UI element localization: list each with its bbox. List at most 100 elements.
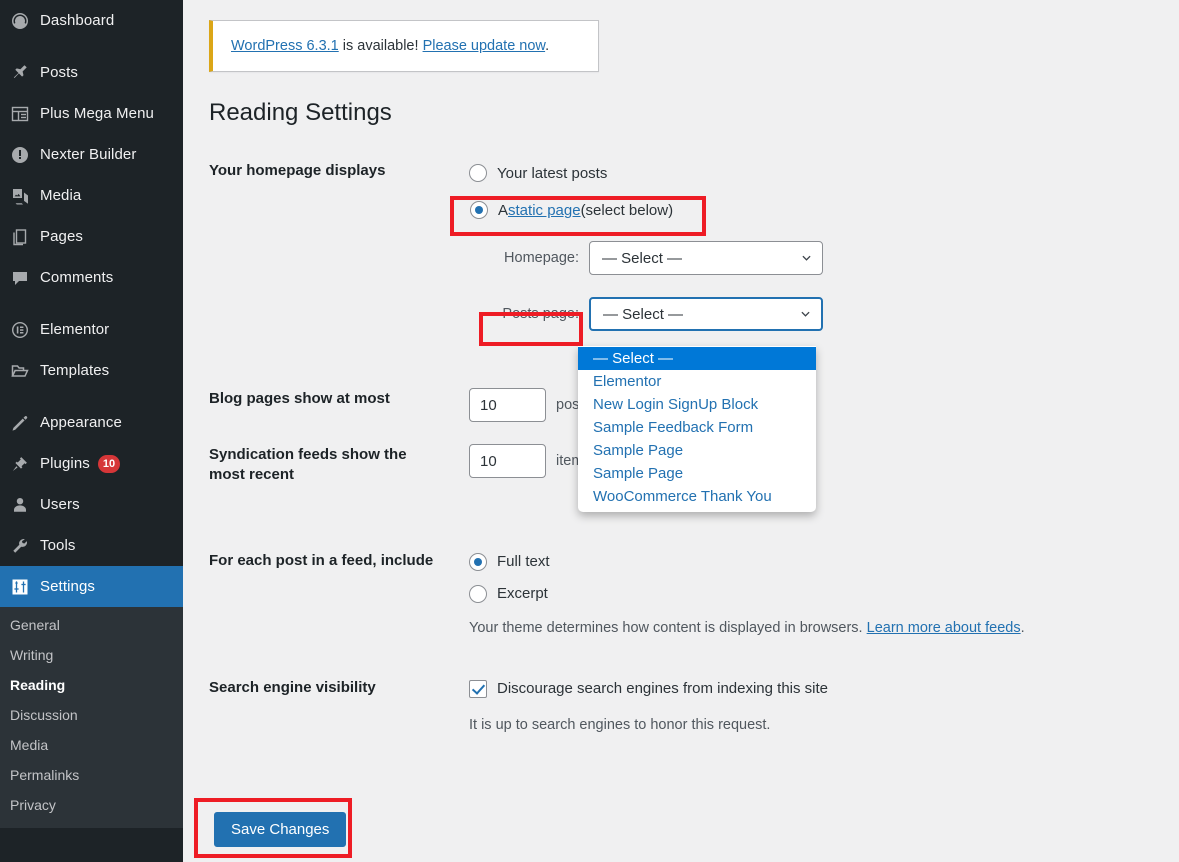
dropdown-option[interactable]: WooCommerce Thank You: [578, 485, 816, 508]
page-title: Reading Settings: [209, 99, 392, 126]
submenu-item-reading[interactable]: Reading: [0, 670, 183, 700]
please-update-now-link[interactable]: Please update now: [423, 38, 546, 54]
settings-icon: [10, 577, 38, 597]
wrench-icon: [10, 536, 38, 556]
sidebar-item-posts[interactable]: Posts: [0, 52, 183, 93]
settings-submenu: General Writing Reading Discussion Media…: [0, 607, 183, 828]
notice-middle-text: is available!: [338, 38, 423, 54]
syndication-label: Syndication feeds show the most recent: [209, 444, 429, 486]
syndication-input[interactable]: [469, 444, 546, 478]
sidebar-item-templates[interactable]: Templates: [0, 350, 183, 391]
sidebar-item-users[interactable]: Users: [0, 484, 183, 525]
sidebar-item-label: Nexter Builder: [40, 146, 137, 163]
latest-posts-radio[interactable]: [469, 164, 487, 182]
comment-icon: [10, 268, 38, 288]
sidebar-item-label: Templates: [40, 362, 110, 379]
folder-icon: [10, 361, 38, 381]
sidebar-item-label: Media: [40, 187, 82, 204]
sidebar-item-label: Elementor: [40, 321, 110, 338]
sidebar-item-nexter-builder[interactable]: Nexter Builder: [0, 134, 183, 175]
full-text-label: Full text: [497, 553, 550, 570]
dropdown-option[interactable]: Sample Page: [578, 462, 816, 485]
chevron-down-icon: [802, 255, 811, 261]
sidebar-item-label: Appearance: [40, 414, 122, 431]
sidebar-item-tools[interactable]: Tools: [0, 525, 183, 566]
homepage-select-value: — Select —: [602, 249, 683, 267]
wordpress-version-link[interactable]: WordPress 6.3.1: [231, 38, 339, 54]
homepage-displays-label: Your homepage displays: [209, 162, 386, 179]
dropdown-option[interactable]: Sample Feedback Form: [578, 416, 816, 439]
pages-icon: [10, 227, 38, 247]
search-visibility-row: Search engine visibility Discourage sear…: [209, 677, 1149, 733]
menu-separator: [0, 298, 183, 309]
sidebar-item-label: Plus Mega Menu: [40, 105, 154, 122]
posts-page-dropdown-list[interactable]: — Select — Elementor New Login SignUp Bl…: [578, 346, 816, 512]
paintbrush-icon: [10, 413, 38, 433]
learn-more-feeds-link[interactable]: Learn more about feeds: [867, 620, 1021, 636]
menu-separator: [0, 391, 183, 402]
posts-page-select[interactable]: — Select —: [589, 297, 823, 331]
blog-pages-input[interactable]: [469, 388, 546, 422]
submenu-item-privacy[interactable]: Privacy: [0, 790, 183, 820]
dashboard-icon: [10, 11, 38, 31]
sidebar-item-plugins[interactable]: Plugins 10: [0, 443, 183, 484]
dropdown-option[interactable]: — Select —: [578, 347, 816, 370]
homepage-displays-field: Your latest posts A static page (select …: [469, 160, 1149, 331]
homepage-select-label: Homepage:: [504, 250, 579, 266]
dropdown-option[interactable]: New Login SignUp Block: [578, 393, 816, 416]
submenu-item-general[interactable]: General: [0, 610, 183, 640]
discourage-checkbox[interactable]: [469, 679, 487, 698]
excerpt-label: Excerpt: [497, 585, 548, 602]
syndication-label-text: Syndication feeds show the most recent: [209, 446, 407, 484]
search-visibility-label: Search engine visibility: [209, 678, 376, 696]
excerpt-option[interactable]: Excerpt: [469, 582, 1149, 606]
sidebar-item-appearance[interactable]: Appearance: [0, 402, 183, 443]
save-changes-button[interactable]: Save Changes: [214, 812, 347, 847]
sidebar-item-plus-mega-menu[interactable]: Plus Mega Menu: [0, 93, 183, 134]
submenu-item-permalinks[interactable]: Permalinks: [0, 760, 183, 790]
sidebar-item-label: Users: [40, 496, 80, 513]
homepage-select[interactable]: — Select —: [589, 241, 823, 275]
excerpt-radio[interactable]: [469, 584, 487, 603]
media-icon: [10, 186, 38, 206]
sidebar-item-comments[interactable]: Comments: [0, 257, 183, 298]
update-notice: WordPress 6.3.1 is available! Please upd…: [209, 20, 599, 72]
submenu-item-discussion[interactable]: Discussion: [0, 700, 183, 730]
sidebar-item-elementor[interactable]: Elementor: [0, 309, 183, 350]
dropdown-option[interactable]: Sample Page: [578, 439, 816, 462]
search-visibility-note: It is up to search engines to honor this…: [469, 716, 771, 733]
homepage-displays-row: Your homepage displays Your latest posts…: [209, 160, 1149, 360]
sidebar-item-pages[interactable]: Pages: [0, 216, 183, 257]
sidebar-item-label: Settings: [40, 578, 95, 595]
sidebar-item-label: Dashboard: [40, 12, 115, 29]
latest-posts-label: Your latest posts: [497, 164, 608, 182]
elementor-icon: [10, 320, 38, 340]
full-text-radio[interactable]: [469, 552, 487, 571]
static-page-prefix: A: [498, 201, 509, 219]
static-page-link[interactable]: static page: [508, 202, 581, 219]
full-text-option[interactable]: Full text: [469, 550, 1149, 574]
latest-posts-option[interactable]: Your latest posts: [469, 160, 1149, 186]
sidebar-item-label: Plugins: [40, 455, 90, 472]
sidebar-item-settings[interactable]: Settings: [0, 566, 183, 607]
user-icon: [10, 495, 38, 515]
feed-include-label: For each post in a feed, include: [209, 551, 434, 569]
discourage-option[interactable]: Discourage search engines from indexing …: [469, 677, 1149, 701]
static-page-option[interactable]: A static page (select below): [469, 197, 1149, 223]
sidebar-item-label: Tools: [40, 537, 76, 554]
chevron-down-icon: [801, 311, 810, 317]
static-page-radio[interactable]: [470, 201, 488, 219]
sidebar-item-label: Posts: [40, 64, 79, 81]
blog-pages-label: Blog pages show at most: [209, 390, 390, 407]
sidebar-item-dashboard[interactable]: Dashboard: [0, 0, 183, 41]
admin-sidebar: Dashboard Posts Plus Mega Menu Nexter Bu…: [0, 0, 183, 862]
exclamation-circle-icon: [10, 145, 38, 165]
sidebar-item-media[interactable]: Media: [0, 175, 183, 216]
submenu-item-writing[interactable]: Writing: [0, 640, 183, 670]
feed-note-period: .: [1020, 619, 1025, 636]
posts-page-select-value: — Select —: [603, 305, 684, 323]
feed-note-text: Your theme determines how content is dis…: [469, 619, 867, 636]
notice-period: .: [545, 38, 550, 54]
submenu-item-media[interactable]: Media: [0, 730, 183, 760]
dropdown-option[interactable]: Elementor: [578, 370, 816, 393]
